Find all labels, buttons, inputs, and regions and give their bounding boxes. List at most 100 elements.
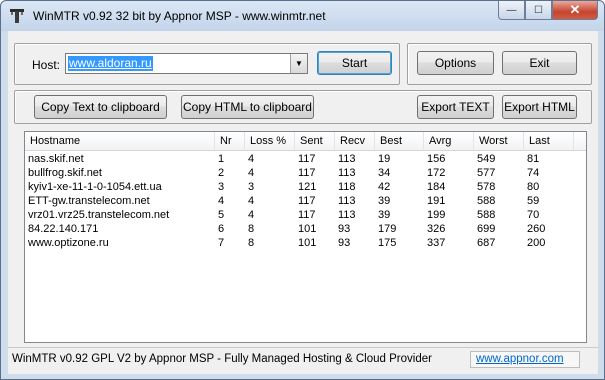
cell-worst: 687 xyxy=(477,237,496,249)
table-body: nas.skif.net 1 4 117 113 19 156 549 81 bullfrog.s… xyxy=(25,152,586,250)
exit-button[interactable]: Exit xyxy=(502,51,577,75)
cell-hostname: kyiv1-xe-11-1-0-1054.ett.ua xyxy=(28,181,162,193)
caption-buttons: — ☐ ✕ xyxy=(498,1,598,21)
cell-sent: 121 xyxy=(298,181,317,193)
host-combobox[interactable]: www.aldoran.ru ▼ xyxy=(65,53,308,74)
cell-sent: 101 xyxy=(298,223,317,235)
cell-loss: 3 xyxy=(248,181,255,193)
table-row[interactable]: kyiv1-xe-11-1-0-1054.ett.ua 3 3 121 118 42 184… xyxy=(25,180,586,194)
cell-recv: 93 xyxy=(338,237,351,249)
export-html-button[interactable]: Export HTML xyxy=(502,95,577,119)
table-row[interactable]: nas.skif.net 1 4 117 113 19 156 549 81 xyxy=(25,152,586,166)
cell-nr: 7 xyxy=(218,237,225,249)
col-hostname[interactable]: Hostname xyxy=(25,132,215,151)
cell-sent: 117 xyxy=(298,195,316,207)
cell-avrg: 337 xyxy=(427,237,446,249)
close-icon: ✕ xyxy=(569,2,581,17)
cell-last: 70 xyxy=(527,209,540,221)
maximize-button[interactable]: ☐ xyxy=(525,1,552,20)
table-row[interactable]: ETT-gw.transtelecom.net 4 4 117 113 39 191 588 5… xyxy=(25,194,586,208)
winmtr-window: WinMTR v0.92 32 bit by Appnor MSP - www.… xyxy=(0,0,605,380)
cell-last: 80 xyxy=(527,181,540,193)
cell-nr: 2 xyxy=(218,167,225,179)
cell-sent: 117 xyxy=(298,167,316,179)
chevron-down-icon: ▼ xyxy=(295,59,303,68)
col-nr[interactable]: Nr xyxy=(215,132,245,151)
cell-recv: 93 xyxy=(338,223,351,235)
cell-last: 74 xyxy=(527,167,540,179)
maximize-icon: ☐ xyxy=(534,4,543,16)
start-button[interactable]: Start xyxy=(317,51,392,75)
col-best[interactable]: Best xyxy=(375,132,424,151)
table-header: Hostname Nr Loss % Sent Recv Best Avrg W… xyxy=(25,132,586,151)
cell-best: 34 xyxy=(378,167,391,179)
cell-last: 260 xyxy=(527,223,546,235)
col-recv[interactable]: Recv xyxy=(335,132,375,151)
col-sent[interactable]: Sent xyxy=(295,132,335,151)
cell-best: 175 xyxy=(378,237,397,249)
copy-text-button[interactable]: Copy Text to clipboard xyxy=(34,95,167,119)
cell-last: 59 xyxy=(527,195,540,207)
cell-hostname: ETT-gw.transtelecom.net xyxy=(28,195,150,207)
cell-avrg: 156 xyxy=(427,153,446,165)
table-row[interactable]: 84.22.140.171 6 8 101 93 179 326 699 260 xyxy=(25,222,586,236)
table-row[interactable]: bullfrog.skif.net 2 4 117 113 34 172 577 74 xyxy=(25,166,586,180)
cell-sent: 117 xyxy=(298,209,316,221)
cell-nr: 1 xyxy=(218,153,225,165)
cell-avrg: 184 xyxy=(427,181,446,193)
status-bar: WinMTR v0.92 GPL V2 by Appnor MSP - Full… xyxy=(8,347,598,369)
cell-avrg: 199 xyxy=(427,209,446,221)
cell-loss: 4 xyxy=(248,209,255,221)
cell-recv: 113 xyxy=(338,167,356,179)
cell-recv: 118 xyxy=(338,181,356,193)
cell-avrg: 326 xyxy=(427,223,446,235)
cell-nr: 5 xyxy=(218,209,225,221)
client-area: Host: www.aldoran.ru ▼ Start Options Exi… xyxy=(8,31,598,374)
cell-nr: 6 xyxy=(218,223,225,235)
cell-loss: 8 xyxy=(248,237,255,249)
close-button[interactable]: ✕ xyxy=(552,1,598,20)
copy-html-button[interactable]: Copy HTML to clipboard xyxy=(181,95,314,119)
status-text: WinMTR v0.92 GPL V2 by Appnor MSP - Full… xyxy=(12,353,432,365)
cell-recv: 113 xyxy=(338,153,356,165)
cell-last: 200 xyxy=(527,237,546,249)
table-row[interactable]: www.optizone.ru 7 8 101 93 175 337 687 200 xyxy=(25,236,586,250)
title-bar[interactable]: WinMTR v0.92 32 bit by Appnor MSP - www.… xyxy=(1,1,604,31)
app-icon xyxy=(10,9,24,23)
cell-worst: 588 xyxy=(477,209,496,221)
cell-worst: 578 xyxy=(477,181,496,193)
minimize-button[interactable]: — xyxy=(498,1,525,20)
cell-hostname: 84.22.140.171 xyxy=(28,223,99,235)
col-worst[interactable]: Worst xyxy=(474,132,524,151)
col-avrg[interactable]: Avrg xyxy=(424,132,474,151)
cell-best: 39 xyxy=(378,209,391,221)
cell-nr: 3 xyxy=(218,181,225,193)
cell-last: 81 xyxy=(527,153,540,165)
host-dropdown-button[interactable]: ▼ xyxy=(290,54,307,73)
window-title: WinMTR v0.92 32 bit by Appnor MSP - www.… xyxy=(33,9,326,23)
col-loss[interactable]: Loss % xyxy=(245,132,295,151)
cell-loss: 4 xyxy=(248,195,255,207)
cell-loss: 8 xyxy=(248,223,255,235)
col-last[interactable]: Last xyxy=(524,132,574,151)
export-text-button[interactable]: Export TEXT xyxy=(417,95,494,119)
options-button[interactable]: Options xyxy=(417,51,494,75)
cell-worst: 577 xyxy=(477,167,496,179)
cell-hostname: nas.skif.net xyxy=(28,153,84,165)
cell-sent: 101 xyxy=(298,237,317,249)
cell-best: 19 xyxy=(378,153,391,165)
cell-sent: 117 xyxy=(298,153,316,165)
cell-nr: 4 xyxy=(218,195,225,207)
cell-avrg: 172 xyxy=(427,167,446,179)
appnor-link[interactable]: www.appnor.com xyxy=(470,351,580,368)
cell-best: 179 xyxy=(378,223,397,235)
cell-worst: 588 xyxy=(477,195,496,207)
cell-worst: 699 xyxy=(477,223,496,235)
cell-hostname: vrz01.vrz25.transtelecom.net xyxy=(28,209,170,221)
table-row[interactable]: vrz01.vrz25.transtelecom.net 5 4 117 113 39 19… xyxy=(25,208,586,222)
cell-loss: 4 xyxy=(248,167,255,179)
cell-recv: 113 xyxy=(338,209,356,221)
cell-worst: 549 xyxy=(477,153,496,165)
results-table[interactable]: Hostname Nr Loss % Sent Recv Best Avrg W… xyxy=(24,131,587,343)
host-input-value[interactable]: www.aldoran.ru xyxy=(68,56,153,71)
